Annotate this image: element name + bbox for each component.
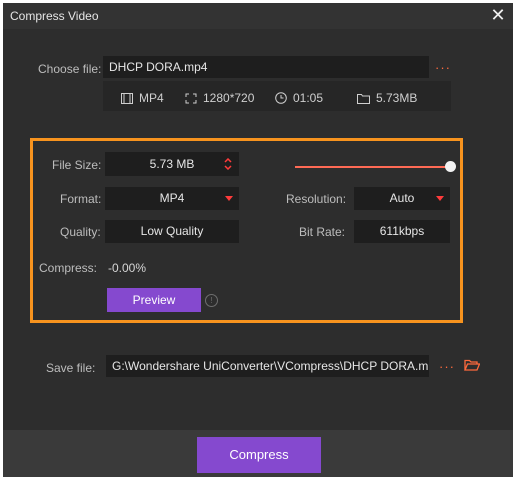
file-size-info: 5.73MB [357, 91, 417, 105]
bitrate-field[interactable]: 611kbps [354, 220, 450, 243]
compress-label: Compress: [39, 261, 98, 275]
file-size-label: File Size: [52, 158, 102, 172]
chevron-down-icon [225, 196, 233, 201]
folder-open-icon[interactable] [464, 359, 480, 371]
format-value: MP4 [159, 191, 185, 205]
file-resolution-value: 1280*720 [203, 91, 255, 105]
quality-label: Quality: [60, 225, 101, 239]
file-size-slider-knob[interactable] [445, 161, 456, 172]
file-format-info: MP4 [121, 91, 164, 105]
format-label: Format: [60, 192, 102, 206]
file-size-slider-track[interactable] [295, 166, 450, 168]
close-icon[interactable]: ✕ [489, 6, 507, 24]
file-duration-info: 01:05 [275, 91, 323, 105]
format-dropdown[interactable]: MP4 [105, 187, 239, 210]
compress-value: -0.00% [108, 261, 147, 275]
file-size-input-value: 5.73 MB [149, 157, 195, 171]
more-dots-icon[interactable]: ··· [435, 60, 451, 75]
resolution-value: Auto [389, 191, 415, 205]
save-file-label: Save file: [46, 361, 96, 375]
film-icon [121, 92, 133, 104]
file-format-value: MP4 [139, 91, 164, 105]
quality-field[interactable]: Low Quality [105, 220, 239, 243]
title-bar: Compress Video ✕ [3, 3, 513, 29]
file-size-value: 5.73MB [376, 91, 418, 105]
file-size-stepper[interactable]: 5.73 MB [105, 152, 239, 176]
file-resolution-info: 1280*720 [185, 91, 254, 105]
window-title: Compress Video [10, 9, 99, 23]
choose-file-field[interactable]: DHCP DORA.mp4 [103, 56, 429, 78]
bitrate-label: Bit Rate: [299, 225, 346, 239]
help-icon[interactable]: ! [205, 294, 218, 307]
chevron-down-icon [436, 196, 444, 201]
save-file-field[interactable]: G:\Wondershare UniConverter\VCompress\DH… [106, 355, 429, 377]
preview-button[interactable]: Preview [107, 288, 201, 312]
resolution-label: Resolution: [286, 192, 347, 206]
choose-file-label: Choose file: [38, 62, 102, 76]
resolution-dropdown[interactable]: Auto [354, 187, 450, 210]
resolution-icon [185, 93, 197, 103]
folder-icon [357, 93, 370, 104]
file-duration-value: 01:05 [293, 91, 324, 105]
compress-button[interactable]: Compress [197, 437, 321, 473]
compress-video-window: Compress Video ✕ Choose file: DHCP DORA.… [3, 3, 513, 477]
clock-icon [275, 92, 287, 104]
stepper-arrows-icon[interactable] [224, 158, 232, 170]
more-dots-icon[interactable]: ··· [439, 359, 455, 374]
